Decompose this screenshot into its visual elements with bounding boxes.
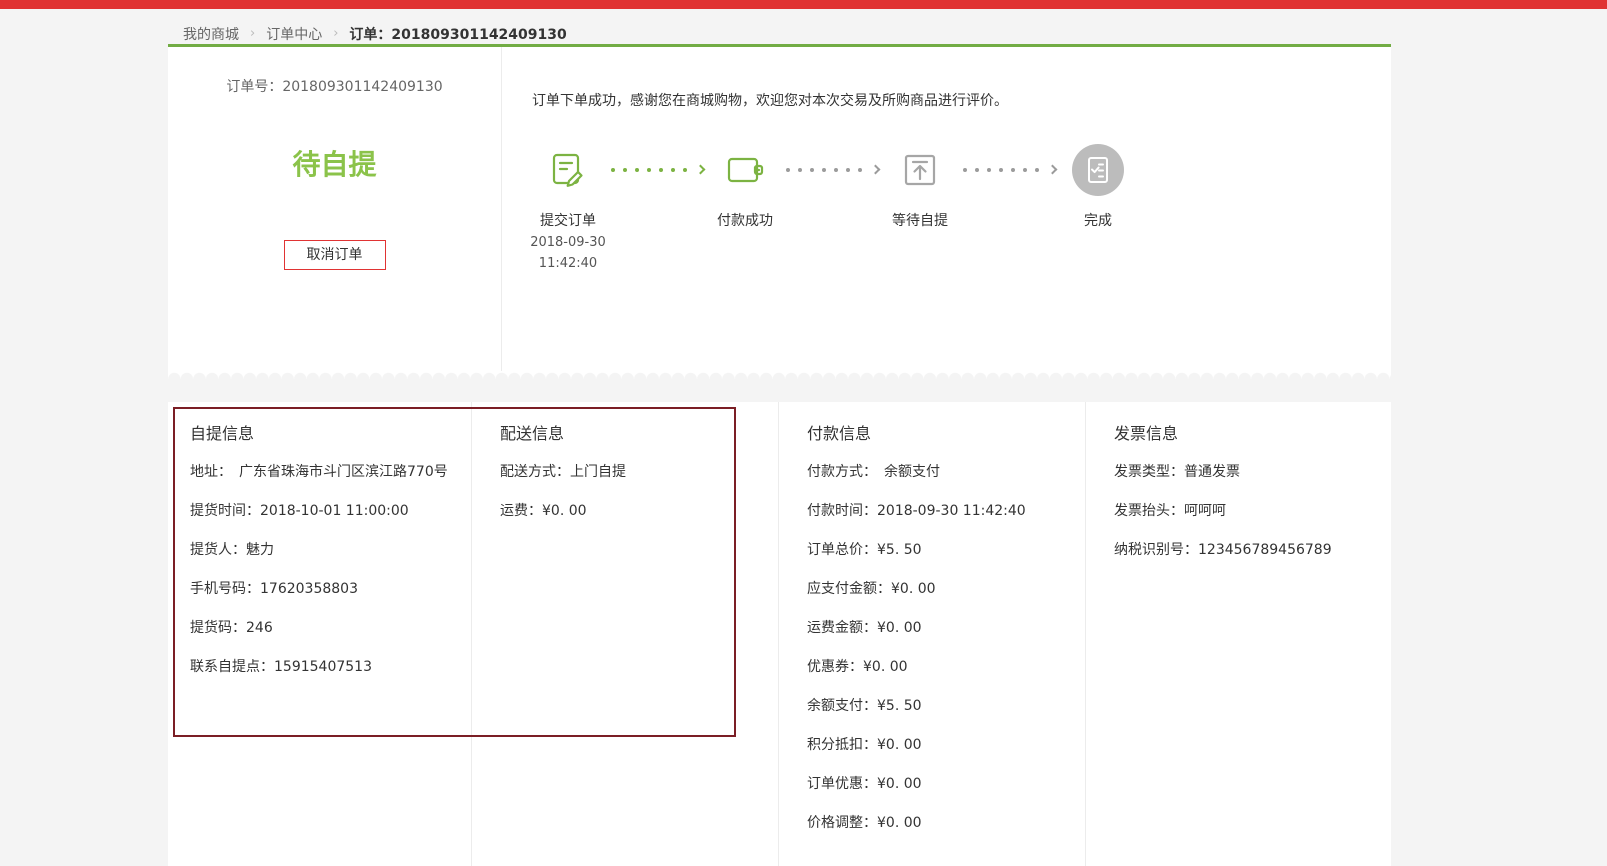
step-complete: 完成 xyxy=(1028,142,1168,232)
order-success-message: 订单下单成功，感谢您在商城购物，欢迎您对本次交易及所购商品进行评价。 xyxy=(532,93,1008,109)
info-row-invoice-title: 发票抬头：呵呵呵 xyxy=(1114,503,1226,519)
step-label: 等待自提 xyxy=(892,213,948,229)
top-red-bar xyxy=(0,0,1607,9)
info-row-order-total: 订单总价：¥5. 50 xyxy=(807,542,922,558)
step-label: 完成 xyxy=(1084,213,1112,229)
pickup-info-section: 自提信息 地址： 广东省珠海市斗门区滨江路770号 提货时间：2018-10-0… xyxy=(168,402,471,866)
breadcrumb-separator-icon: › xyxy=(250,26,256,41)
invoice-info-section: 发票信息 发票类型：普通发票 发票抬头：呵呵呵 纳税识别号：1234567894… xyxy=(1085,402,1391,866)
info-row-tax-id: 纳税识别号：123456789456789 xyxy=(1114,542,1332,558)
info-row-order-discount: 订单优惠：¥0. 00 xyxy=(807,776,922,792)
step-submit-order: 提交订单 2018-09-30 11:42:40 xyxy=(498,142,638,274)
order-number: 订单号：201809301142409130 xyxy=(226,79,443,95)
info-row-shipping-fee: 运费：¥0. 00 xyxy=(500,503,587,519)
step-date: 2018-09-30 xyxy=(530,235,606,250)
step-waiting-pickup: 等待自提 xyxy=(850,142,990,232)
breadcrumb: 我的商城 › 订单中心 › 订单：201809301142409130 xyxy=(0,9,1607,44)
info-row-delivery-method: 配送方式：上门自提 xyxy=(500,464,626,480)
cancel-order-button[interactable]: 取消订单 xyxy=(283,240,386,270)
order-status-card: 订单号：201809301142409130 待自提 取消订单 订单下单成功，感… xyxy=(168,47,1391,371)
complete-receipt-circle-icon xyxy=(1028,142,1168,198)
order-progress-panel: 订单下单成功，感谢您在商城购物，欢迎您对本次交易及所购商品进行评价。 提交订单 … xyxy=(502,47,1391,371)
info-row-coupon: 优惠券：¥0. 00 xyxy=(807,659,908,675)
info-row-address: 地址： 广东省珠海市斗门区滨江路770号 xyxy=(190,464,448,480)
info-row-amount-due: 应支付金额：¥0. 00 xyxy=(807,581,936,597)
breadcrumb-current-order: 订单：201809301142409130 xyxy=(349,26,567,43)
breadcrumb-link-order-center[interactable]: 订单中心 xyxy=(266,24,322,44)
info-row-price-adjustment: 价格调整：¥0. 00 xyxy=(807,815,922,831)
receipt-scallop-edge xyxy=(168,371,1391,379)
step-label: 付款成功 xyxy=(717,213,773,229)
payment-info-section: 付款信息 付款方式： 余额支付 付款时间：2018-09-30 11:42:40… xyxy=(778,402,1085,866)
info-row-invoice-type: 发票类型：普通发票 xyxy=(1114,464,1240,480)
delivery-info-section: 配送信息 配送方式：上门自提 运费：¥0. 00 xyxy=(471,402,778,866)
section-title: 配送信息 xyxy=(500,424,565,443)
info-row-pickup-time: 提货时间：2018-10-01 11:00:00 xyxy=(190,503,409,519)
info-row-payment-method: 付款方式： 余额支付 xyxy=(807,464,940,480)
step-payment-success: 付款成功 xyxy=(675,142,815,232)
step-label: 提交订单 xyxy=(540,213,596,229)
info-row-phone: 手机号码：17620358803 xyxy=(190,581,358,597)
section-title: 付款信息 xyxy=(807,424,872,443)
breadcrumb-separator-icon: › xyxy=(333,26,339,41)
info-row-pickup-person: 提货人：魅力 xyxy=(190,542,274,558)
section-title: 发票信息 xyxy=(1114,424,1179,443)
info-row-freight-amount: 运费金额：¥0. 00 xyxy=(807,620,922,636)
section-title: 自提信息 xyxy=(190,424,255,443)
order-summary-panel: 订单号：201809301142409130 待自提 取消订单 xyxy=(168,47,502,371)
info-row-pickup-contact: 联系自提点：15915407513 xyxy=(190,659,372,675)
order-status-text: 待自提 xyxy=(292,148,377,181)
info-row-balance-paid: 余额支付：¥5. 50 xyxy=(807,698,922,714)
step-time: 11:42:40 xyxy=(538,256,598,271)
info-row-pickup-code: 提货码：246 xyxy=(190,620,273,636)
progress-steps: 提交订单 2018-09-30 11:42:40 付款成功 等待自提 完成 xyxy=(502,142,1391,342)
info-row-payment-time: 付款时间：2018-09-30 11:42:40 xyxy=(807,503,1026,519)
info-row-points-deduction: 积分抵扣：¥0. 00 xyxy=(807,737,922,753)
breadcrumb-link-my-mall[interactable]: 我的商城 xyxy=(183,24,239,44)
order-info-card: 自提信息 地址： 广东省珠海市斗门区滨江路770号 提货时间：2018-10-0… xyxy=(168,402,1391,866)
